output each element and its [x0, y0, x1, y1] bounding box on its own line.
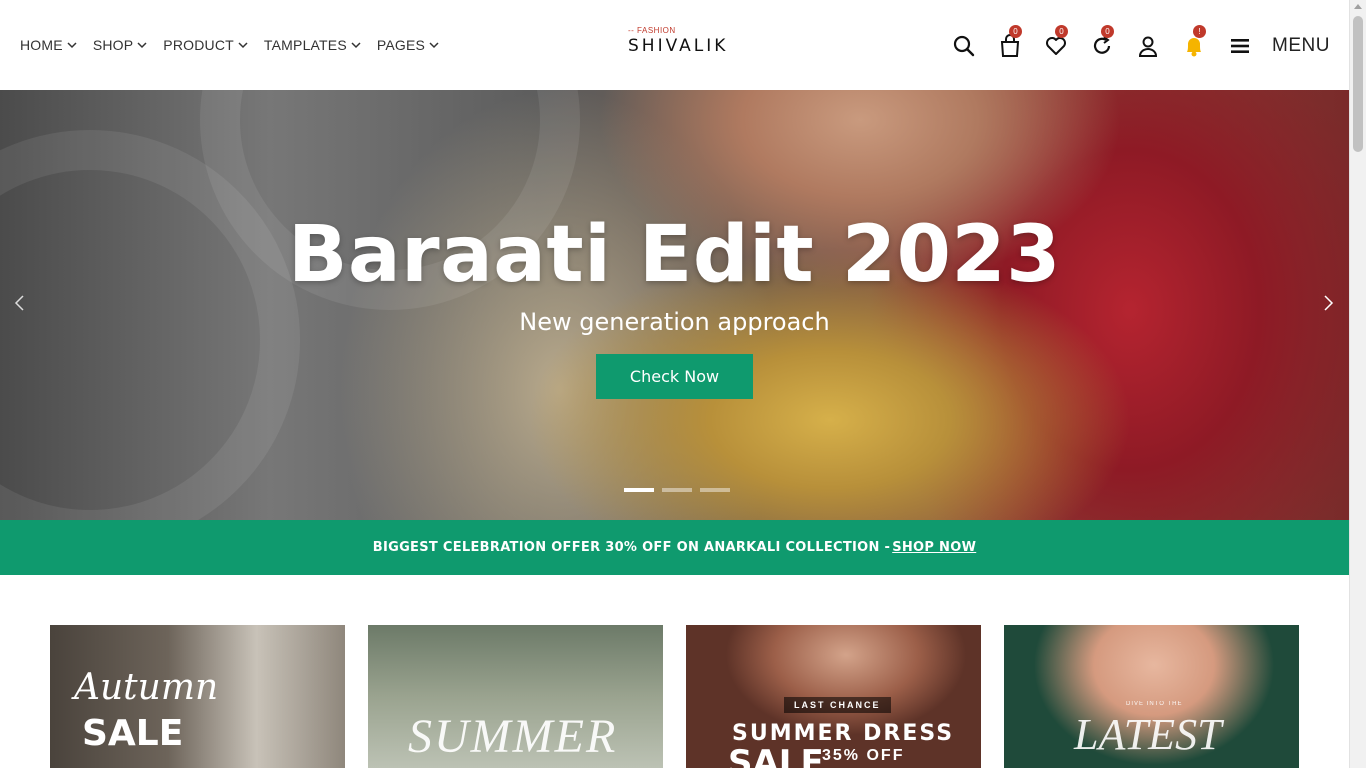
card-title: Autumn	[74, 667, 219, 708]
card-kicker: DIVE INTO THE	[1126, 701, 1183, 707]
header-icons: 0 0 0 !	[952, 25, 1274, 62]
slider-dots	[624, 488, 730, 492]
card-title: SUMMER	[408, 710, 618, 763]
notifications-button[interactable]: !	[1182, 25, 1206, 58]
refresh-icon	[1093, 36, 1111, 54]
chevron-down-icon	[351, 42, 361, 49]
hamburger-icon	[1231, 39, 1249, 53]
page-scrollbar[interactable]	[1349, 0, 1366, 768]
chevron-down-icon	[429, 42, 439, 49]
slider-dot-3[interactable]	[700, 488, 730, 492]
offer-text: BIGGEST CELEBRATION OFFER 30% OFF ON ANA…	[372, 540, 891, 555]
site-header: HOME SHOP PRODUCT TAMPLATES PAGES -- FAS…	[0, 0, 1349, 90]
nav-item-product[interactable]: PRODUCT	[163, 37, 248, 53]
promo-card-summer[interactable]: SUMMER	[368, 625, 663, 768]
nav-label: PRODUCT	[163, 37, 234, 53]
logo-name: SHIVALIK	[628, 36, 729, 56]
hero-subtitle: New generation approach	[519, 308, 830, 336]
scrollbar-thumb[interactable]	[1353, 16, 1363, 152]
search-button[interactable]	[952, 34, 976, 58]
menu-label[interactable]: MENU	[1272, 35, 1330, 57]
user-icon	[1138, 36, 1158, 57]
compare-button[interactable]: 0	[1090, 25, 1114, 58]
wishlist-count-badge: 0	[1055, 25, 1068, 38]
search-icon	[953, 35, 975, 57]
nav-item-shop[interactable]: SHOP	[93, 37, 147, 53]
slider-dot-1[interactable]	[624, 488, 654, 492]
nav-label: PAGES	[376, 37, 426, 53]
hero-title: Baraati Edit 2023	[288, 210, 1061, 300]
promo-card-summer-dress-sale[interactable]: LAST CHANCE SUMMER DRESS SALE 35% OFF	[686, 625, 981, 768]
card-title: LATEST	[1074, 710, 1222, 759]
promo-card-latest-fashion[interactable]: DIVE INTO THE LATEST	[1004, 625, 1299, 768]
nav-label: HOME	[20, 37, 63, 53]
site-logo[interactable]: -- FASHION SHIVALIK	[628, 26, 758, 60]
nav-label: TAMPLATES	[263, 37, 347, 53]
cart-count-badge: 0	[1009, 25, 1022, 38]
compare-count-badge: 0	[1101, 25, 1114, 38]
cart-button[interactable]: 0	[998, 25, 1022, 58]
chevron-left-icon[interactable]	[12, 295, 28, 311]
shop-now-link[interactable]: SHOP NOW	[892, 540, 976, 555]
card-subtitle: SALE	[82, 713, 184, 754]
promo-cards: Autumn SALE SUMMER LAST CHANCE SUMMER DR…	[50, 625, 1299, 768]
slider-dot-2[interactable]	[662, 488, 692, 492]
logo-tagline: -- FASHION	[628, 26, 676, 35]
heart-icon	[1046, 37, 1066, 55]
card-subtitle: SALE	[728, 743, 824, 768]
card-discount: 35% OFF	[822, 747, 905, 764]
scroll-up-arrow-icon[interactable]	[1354, 4, 1362, 9]
main-nav: HOME SHOP PRODUCT TAMPLATES PAGES	[20, 37, 455, 53]
chevron-down-icon	[238, 42, 248, 49]
offer-banner: BIGGEST CELEBRATION OFFER 30% OFF ON ANA…	[0, 520, 1349, 575]
nav-label: SHOP	[92, 37, 134, 53]
hero-slider: Baraati Edit 2023 New generation approac…	[0, 90, 1349, 520]
chevron-right-icon[interactable]	[1320, 295, 1336, 311]
nav-item-templates[interactable]: TAMPLATES	[264, 37, 361, 53]
card-badge: LAST CHANCE	[784, 697, 891, 713]
account-button[interactable]	[1136, 34, 1160, 58]
chevron-down-icon	[67, 42, 77, 49]
nav-item-home[interactable]: HOME	[20, 37, 77, 53]
menu-toggle-button[interactable]	[1228, 34, 1252, 58]
check-now-button[interactable]: Check Now	[596, 354, 753, 399]
nav-item-pages[interactable]: PAGES	[377, 37, 439, 53]
wishlist-button[interactable]: 0	[1044, 25, 1068, 58]
notification-badge: !	[1193, 25, 1206, 38]
promo-card-autumn-sale[interactable]: Autumn SALE	[50, 625, 345, 768]
chevron-down-icon	[137, 42, 147, 49]
